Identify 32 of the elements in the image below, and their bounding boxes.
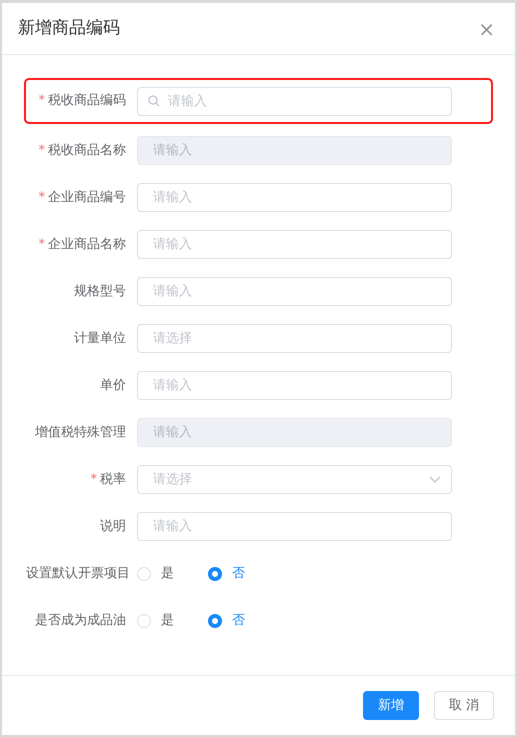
field-label: 规格型号 (73, 282, 127, 301)
field-label: * 税收商品名称 (38, 142, 127, 160)
radio-label[interactable]: 否 (232, 564, 245, 584)
field-label: 设置默认开票项目 (26, 564, 131, 583)
field-label: * 企业商品编号 (38, 188, 127, 207)
radio-label[interactable]: 是 (161, 610, 174, 630)
input-field[interactable]: 请输入 (137, 512, 452, 541)
field-label: 增值税特殊管理 (34, 424, 127, 442)
field-label: * 税率 (90, 470, 127, 489)
field-label: 单价 (99, 376, 127, 395)
input-field[interactable]: 请输入 (137, 277, 452, 306)
field-label: * 税收商品编码 (38, 92, 127, 110)
radio-label[interactable]: 否 (232, 610, 245, 630)
field-label: * 企业商品名称 (38, 236, 127, 254)
search-field[interactable]: 请输入 (137, 86, 452, 116)
field-label: 说明 (99, 518, 127, 536)
radio-button[interactable] (208, 614, 222, 628)
radio-button[interactable] (208, 566, 222, 580)
field-label: 计量单位 (73, 330, 127, 348)
select-field[interactable]: 请选择 (137, 465, 452, 494)
cancel-button[interactable]: 取 消 (434, 691, 494, 720)
field-label: 是否成为成品油 (34, 612, 127, 630)
chevron-down-icon (429, 476, 441, 484)
submit-button[interactable]: 新增 (362, 691, 419, 720)
input-field[interactable]: 请输入 (137, 183, 452, 212)
input-field[interactable]: 请输入 (137, 371, 452, 400)
search-icon (148, 95, 160, 107)
input-field[interactable]: 请选择 (137, 324, 452, 353)
close-button[interactable]: × (474, 18, 499, 38)
input-field[interactable]: 请输入 (137, 230, 452, 259)
dialog-title: 新增商品编码 (18, 16, 120, 40)
radio-label[interactable]: 是 (161, 564, 174, 584)
